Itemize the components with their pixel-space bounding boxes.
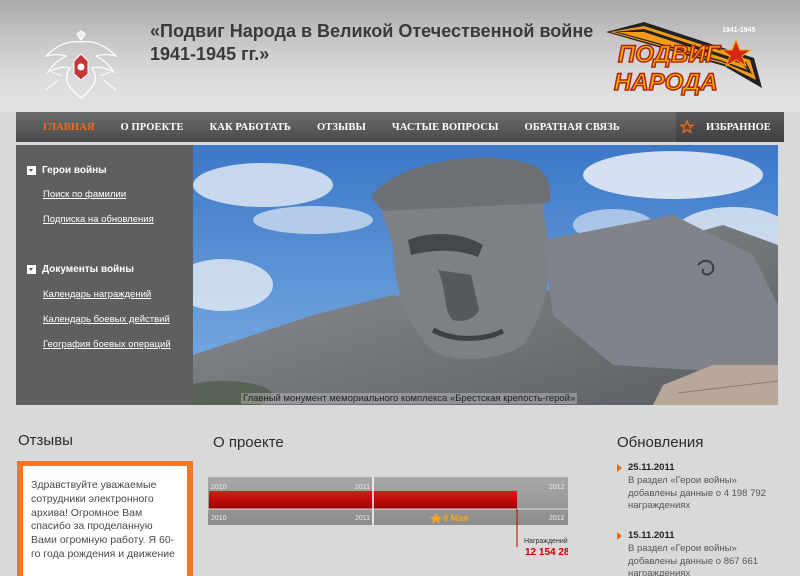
ministry-emblem-icon <box>44 30 118 99</box>
sidebar-link-search-by-surname[interactable]: Поиск по фамилии <box>43 189 126 200</box>
update-text: В раздел «Герои войны» добавлены данные … <box>628 543 759 576</box>
reviews-box: Здравствуйте уважаемые сотрудники электр… <box>17 461 193 576</box>
podvig-naroda-logo[interactable]: ПОДВИГ НАРОДА 1941-1945 <box>604 18 764 100</box>
favorites-label[interactable]: Избранное <box>706 122 771 133</box>
sidebar-group-title: Документы войны <box>42 264 134 275</box>
timeline-year-top: 2010 <box>211 484 227 491</box>
timeline-year-bottom: 2011 <box>355 515 370 522</box>
timeline-progress-fill <box>209 491 517 509</box>
timeline-year-top: 2011 <box>355 484 370 491</box>
nav-item-about[interactable]: О проекте <box>121 122 184 133</box>
sidebar-group-documents[interactable]: Документы войны <box>16 264 193 275</box>
update-item[interactable]: 25.11.2011 В раздел «Герои войны» добавл… <box>617 462 787 513</box>
timeline-year-bottom: 2012 <box>549 515 565 522</box>
sidebar-link-subscribe[interactable]: Подписка на обновления <box>43 214 154 225</box>
logo-badge-years: 1941-1945 <box>722 27 756 34</box>
logo-text-top: ПОДВИГ <box>618 41 722 68</box>
sidebar-link-operations-geography[interactable]: География боевых операций <box>43 339 171 350</box>
timeline-year-top: 2012 <box>549 484 565 491</box>
nav-item-reviews[interactable]: Отзывы <box>317 122 366 133</box>
favorites-link[interactable]: Избранное <box>676 112 784 142</box>
site-title: «Подвиг Народа в Великой Отечественной в… <box>150 21 594 64</box>
sidebar-group-heroes[interactable]: Герои войны <box>16 165 193 176</box>
sidebar-group-title: Герои войны <box>42 165 107 176</box>
hero-banner: Главный монумент мемориального комплекса… <box>193 145 778 405</box>
about-title: О проекте <box>213 434 284 451</box>
nav-item-faq[interactable]: Частые вопросы <box>392 122 499 133</box>
header: «Подвиг Народа в Великой Отечественной в… <box>0 0 800 112</box>
nav-item-how-to[interactable]: Как работать <box>210 122 291 133</box>
reviews-title: Отзывы <box>18 432 73 449</box>
update-text: В раздел «Герои войны» добавлены данные … <box>628 475 766 511</box>
awards-count: 12 154 280 <box>525 547 568 558</box>
update-date: 15.11.2011 <box>628 530 675 541</box>
timeline-marker-label: 9 Мая <box>443 513 468 523</box>
nav-item-feedback[interactable]: Обратная связь <box>525 122 620 133</box>
bullet-arrow-icon <box>617 531 622 540</box>
sidebar: Герои войны Поиск по фамилии Подписка на… <box>16 145 193 405</box>
nav-item-home[interactable]: Главная <box>43 122 95 133</box>
update-date: 25.11.2011 <box>628 462 675 473</box>
hero-caption: Главный монумент мемориального комплекса… <box>241 393 578 404</box>
chevron-down-icon <box>27 265 36 274</box>
update-item[interactable]: 15.11.2011 В раздел «Герои войны» добавл… <box>617 530 787 576</box>
timeline-year-bottom: 2010 <box>211 515 227 522</box>
star-icon <box>680 120 694 134</box>
sidebar-link-battles-calendar[interactable]: Календарь боевых действий <box>43 314 170 325</box>
chevron-down-icon <box>27 166 36 175</box>
review-text: Здравствуйте уважаемые сотрудники электр… <box>23 466 187 576</box>
logo-text-bottom: НАРОДА <box>614 69 718 96</box>
project-timeline[interactable]: 2010 2011 2012 2010 2011 2012 9 Мая Нагр… <box>208 477 568 576</box>
main-nav: Главная О проекте Как работать Отзывы Ча… <box>16 112 784 142</box>
updates-title: Обновления <box>617 434 704 451</box>
sidebar-link-awards-calendar[interactable]: Календарь награждений <box>43 289 151 300</box>
monument-photo <box>193 145 778 405</box>
awards-label: Награждений <box>524 537 568 545</box>
bullet-arrow-icon <box>617 463 622 472</box>
